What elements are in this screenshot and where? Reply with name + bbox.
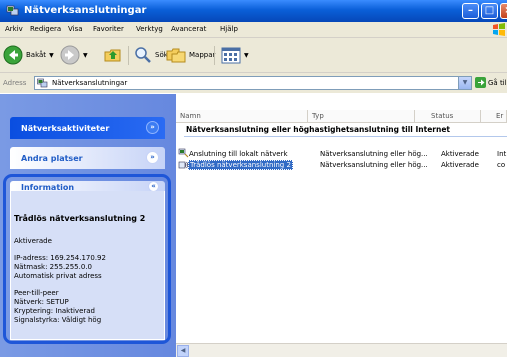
- maximize-icon: □: [484, 5, 495, 16]
- row-extra: co: [497, 161, 506, 169]
- address-value: Nätverksanslutningar: [52, 79, 128, 87]
- close-icon: ×: [501, 4, 507, 18]
- up-folder-icon: [104, 49, 121, 62]
- views-button[interactable]: ▼: [221, 38, 249, 72]
- network-connections-icon: [6, 5, 19, 16]
- address-field[interactable]: Nätverksanslutningar ▼: [34, 76, 472, 90]
- views-icon: [221, 47, 241, 63]
- toolbar-separator: [214, 46, 215, 65]
- group-divider: [184, 136, 507, 137]
- other-places-title: Andra platser: [21, 154, 83, 163]
- back-label: Bakåt: [26, 51, 47, 59]
- menu-avancerat[interactable]: Avancerat: [171, 25, 206, 33]
- folders-button[interactable]: Mappar: [166, 38, 215, 72]
- maximize-button[interactable]: □: [481, 3, 498, 19]
- scroll-left-icon[interactable]: ◀: [177, 345, 189, 357]
- row-name-selected[interactable]: Trådlös nätverksanslutning 2: [188, 160, 293, 170]
- row-type: Nätverksanslutning eller hög...: [320, 150, 428, 158]
- menu-verktyg[interactable]: Verktyg: [136, 25, 163, 33]
- menu-bar: Arkiv Redigera Visa Favoriter Verktyg Av…: [0, 22, 507, 38]
- network-connections-icon: [37, 78, 48, 88]
- search-button[interactable]: Sök: [134, 38, 168, 72]
- back-dropdown-icon[interactable]: ▼: [49, 52, 54, 59]
- network-tasks-header[interactable]: Nätverksaktiviteter »: [10, 117, 165, 139]
- folders-icon: [166, 48, 186, 63]
- back-button[interactable]: Bakåt ▼: [3, 38, 54, 72]
- column-header-extra[interactable]: Er: [481, 110, 507, 123]
- other-places-header[interactable]: Andra platser »: [10, 147, 165, 169]
- go-label: Gå till: [488, 78, 507, 87]
- address-label: Adress: [3, 79, 27, 87]
- go-button[interactable]: Gå till: [475, 77, 507, 88]
- explorer-window: Nätverksanslutningar – □ × Arkiv Rediger…: [0, 0, 507, 357]
- views-dropdown-icon[interactable]: ▼: [244, 52, 249, 59]
- window-title: Nätverksanslutningar: [24, 5, 147, 16]
- forward-dropdown-icon[interactable]: ▼: [83, 52, 88, 59]
- toolbar-separator: [128, 46, 129, 65]
- menu-visa[interactable]: Visa: [68, 25, 83, 33]
- minimize-button[interactable]: –: [462, 3, 479, 19]
- forward-button[interactable]: ▼: [60, 38, 88, 72]
- network-tasks-title: Nätverksaktiviteter: [21, 124, 110, 133]
- group-header: Nätverksanslutning eller höghastighetsan…: [186, 125, 450, 134]
- minimize-icon: –: [468, 5, 473, 16]
- row-status: Aktiverade: [441, 150, 479, 158]
- standard-toolbar: Bakåt ▼ ▼ Sök Mappar ▼: [0, 38, 507, 73]
- menu-hjalp[interactable]: Hjälp: [220, 25, 238, 33]
- address-dropdown-icon[interactable]: ▼: [458, 77, 471, 89]
- expand-chevron-icon[interactable]: »: [146, 121, 159, 134]
- row-name[interactable]: Anslutning till lokalt nätverk: [189, 150, 288, 158]
- row-extra: Int: [497, 150, 507, 158]
- column-header-name[interactable]: Namn: [176, 110, 308, 123]
- search-icon: [135, 47, 151, 63]
- expand-chevron-icon[interactable]: »: [146, 151, 159, 164]
- close-button[interactable]: ×: [500, 3, 507, 19]
- go-arrow-icon: [475, 77, 486, 88]
- row-status: Aktiverade: [441, 161, 479, 169]
- lan-connection-icon: [178, 148, 189, 158]
- column-header-status[interactable]: Status: [415, 110, 481, 123]
- back-arrow-icon: [3, 45, 23, 65]
- row-type: Nätverksanslutning eller hög...: [320, 161, 428, 169]
- menu-redigera[interactable]: Redigera: [30, 25, 61, 33]
- windows-flag-icon: [493, 23, 505, 36]
- horizontal-scrollbar[interactable]: ◀: [176, 343, 507, 357]
- forward-arrow-icon: [60, 45, 80, 65]
- column-header-type[interactable]: Typ: [308, 110, 415, 123]
- title-bar[interactable]: Nätverksanslutningar – □ ×: [0, 0, 507, 22]
- folders-label: Mappar: [189, 51, 216, 59]
- menu-favoriter[interactable]: Favoriter: [93, 25, 124, 33]
- menu-arkiv[interactable]: Arkiv: [5, 25, 23, 33]
- address-bar: Adress Nätverksanslutningar ▼ Gå till: [0, 73, 507, 93]
- up-folder-button[interactable]: [104, 38, 122, 72]
- information-highlight-ring: [3, 174, 171, 344]
